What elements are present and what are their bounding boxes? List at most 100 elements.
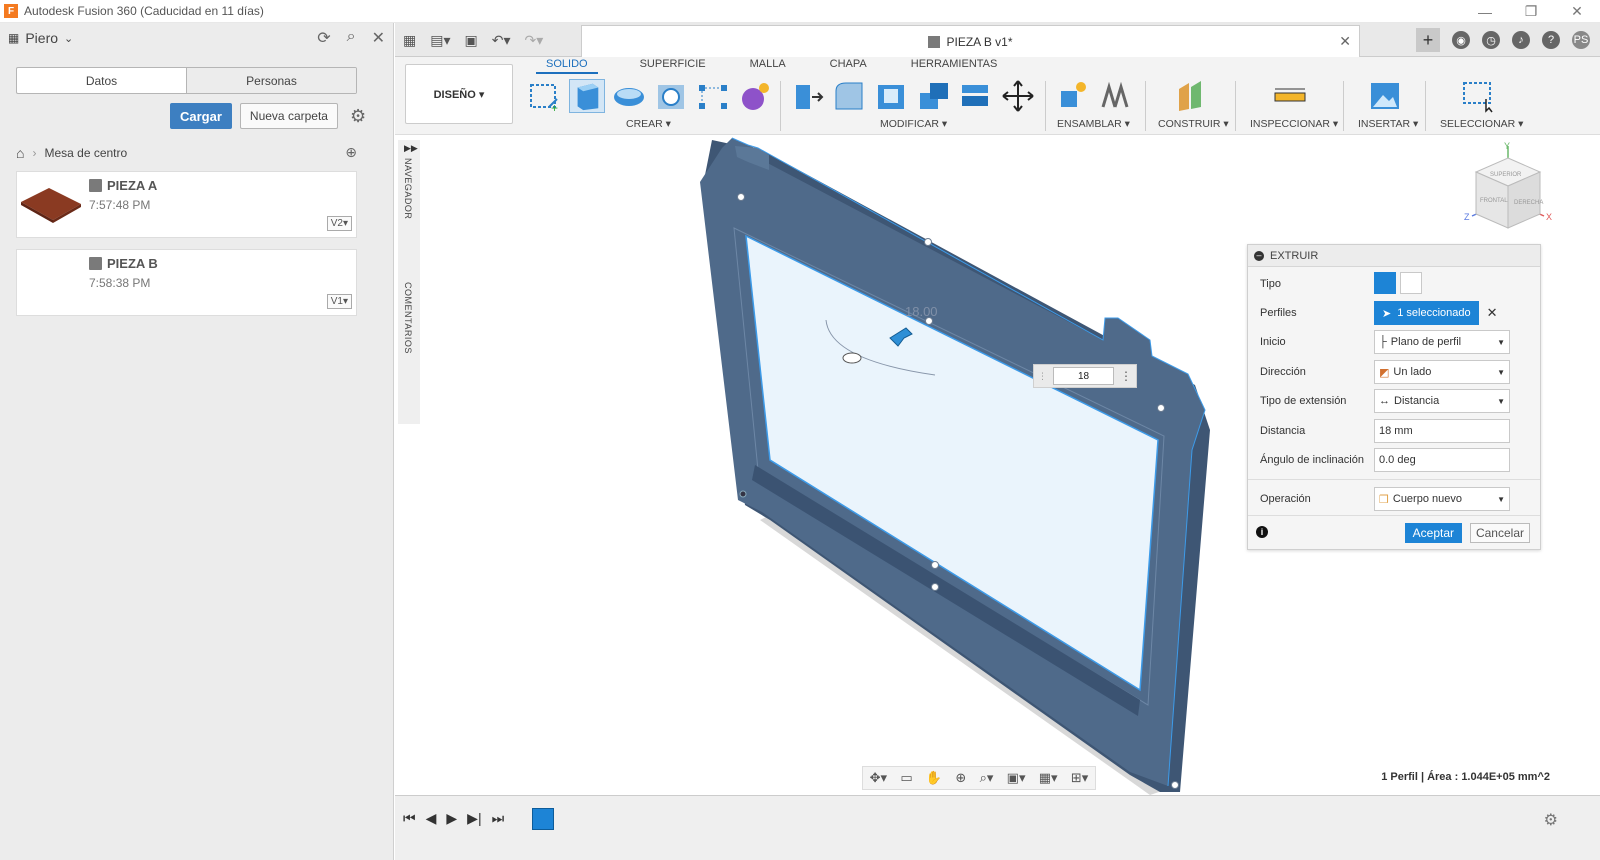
close-panel-icon[interactable]: ✕ xyxy=(372,28,385,48)
help-icon[interactable]: ? xyxy=(1542,31,1560,49)
direccion-dropdown[interactable]: ◩ Un lado ▼ xyxy=(1374,360,1510,384)
hole-icon[interactable] xyxy=(653,79,689,113)
upload-button[interactable]: Cargar xyxy=(170,103,232,129)
redo-icon[interactable]: ↷▾ xyxy=(525,32,544,49)
avatar[interactable]: PS xyxy=(1572,31,1590,49)
distance-inline-input[interactable]: ⋮ 18 ⋮ xyxy=(1033,364,1137,388)
dialog-header[interactable]: – EXTRUIR xyxy=(1248,245,1540,267)
tab-personas[interactable]: Personas xyxy=(186,68,356,93)
gear-icon[interactable]: ⚙ xyxy=(1544,810,1558,830)
timeline-feature-extrude[interactable] xyxy=(532,808,554,830)
tab-datos[interactable]: Datos xyxy=(17,68,186,93)
version-badge[interactable]: V1▾ xyxy=(326,294,352,309)
insert-image-icon[interactable] xyxy=(1367,79,1403,113)
navigator-label[interactable]: NAVEGADOR xyxy=(403,158,413,219)
restore-button[interactable]: ❐ xyxy=(1508,0,1554,23)
revolve-icon[interactable] xyxy=(611,79,647,113)
distance-inline-value[interactable]: 18 xyxy=(1053,367,1114,385)
view-cube[interactable]: SUPERIOR FRONTAL DERECHA Y X Z xyxy=(1460,140,1556,240)
fillet-icon[interactable] xyxy=(832,79,868,113)
new-tab-icon[interactable]: + xyxy=(1416,28,1440,52)
play-icon[interactable]: ▶ xyxy=(446,810,457,827)
home-icon[interactable]: ⌂ xyxy=(16,145,24,161)
user-menu[interactable]: ▦ Piero ⌄ xyxy=(8,30,73,46)
new-component-icon[interactable] xyxy=(1055,79,1091,113)
version-badge[interactable]: V2▾ xyxy=(326,216,352,231)
minimize-button[interactable]: — xyxy=(1462,0,1508,23)
cancel-button[interactable]: Cancelar xyxy=(1469,523,1530,543)
orbit-icon[interactable]: ✥▾ xyxy=(870,770,887,786)
info-icon[interactable]: i xyxy=(1256,526,1268,538)
undo-icon[interactable]: ↶▾ xyxy=(492,32,511,49)
notifications-icon[interactable]: ♪ xyxy=(1512,31,1530,49)
go-to-end-icon[interactable]: ⏭ xyxy=(492,810,505,827)
shell-icon[interactable] xyxy=(874,79,910,113)
move-icon[interactable] xyxy=(1000,79,1036,113)
zoom-icon[interactable]: ⊕ xyxy=(955,770,966,786)
pan-icon[interactable]: ✋ xyxy=(926,770,942,786)
joint-icon[interactable] xyxy=(1097,79,1133,113)
drag-handle-icon[interactable]: ⋮ xyxy=(1038,371,1047,382)
profiles-select-button[interactable]: ➤ 1 seleccionado xyxy=(1374,301,1479,325)
tab-superficie[interactable]: SUPERFICIE xyxy=(630,58,716,74)
workspace-switcher[interactable]: DISEÑO ▾ xyxy=(405,64,513,124)
taper-angle-field[interactable]: 0.0 deg xyxy=(1374,448,1510,472)
search-icon[interactable]: ⌕ xyxy=(347,28,356,48)
measure-icon[interactable] xyxy=(1272,79,1308,113)
tab-solido[interactable]: SOLIDO xyxy=(536,58,598,74)
globe-icon[interactable]: ⊕ xyxy=(345,144,357,161)
document-tab[interactable]: PIEZA B v1* ✕ xyxy=(581,25,1360,57)
comments-label[interactable]: COMENTARIOS xyxy=(403,282,413,354)
offset-plane-icon[interactable] xyxy=(1173,79,1209,113)
group-modificar[interactable]: MODIFICAR ▾ xyxy=(880,118,947,130)
file-card-pieza-a[interactable]: PIEZA A 7:57:48 PM V2▾ xyxy=(16,171,357,238)
breadcrumb-folder[interactable]: Mesa de centro xyxy=(44,146,127,160)
file-card-pieza-b[interactable]: PIEZA B 7:58:38 PM V1▾ xyxy=(16,249,357,316)
ok-button[interactable]: Aceptar xyxy=(1404,523,1462,543)
extensions-icon[interactable]: ◉ xyxy=(1452,31,1470,49)
group-seleccionar[interactable]: SELECCIONAR ▾ xyxy=(1440,118,1523,130)
thin-type-button[interactable] xyxy=(1400,272,1422,294)
combine-icon[interactable] xyxy=(916,79,952,113)
clear-selection-icon[interactable]: ✕ xyxy=(1487,305,1498,321)
group-construir[interactable]: CONSTRUIR ▾ xyxy=(1158,118,1229,130)
refresh-icon[interactable]: ⟳ xyxy=(317,28,330,48)
group-inspeccionar[interactable]: INSPECCIONAR ▾ xyxy=(1250,118,1338,130)
gear-icon[interactable]: ⚙ xyxy=(350,106,366,127)
group-ensamblar[interactable]: ENSAMBLAR ▾ xyxy=(1057,118,1130,130)
more-options-icon[interactable]: ⋮ xyxy=(1120,369,1132,383)
extent-type-dropdown[interactable]: ↔ Distancia ▼ xyxy=(1374,389,1510,413)
inicio-dropdown[interactable]: ├ Plano de perfil ▼ xyxy=(1374,330,1510,354)
group-insertar[interactable]: INSERTAR ▾ xyxy=(1358,118,1418,130)
tab-malla[interactable]: MALLA xyxy=(740,58,796,74)
new-folder-button[interactable]: Nueva carpeta xyxy=(239,103,338,129)
tab-chapa[interactable]: CHAPA xyxy=(820,58,877,74)
create-form-icon[interactable] xyxy=(737,79,773,113)
save-icon[interactable]: ▣ xyxy=(465,32,478,49)
operation-dropdown[interactable]: ❒ Cuerpo nuevo ▼ xyxy=(1374,487,1510,511)
close-window-button[interactable]: ✕ xyxy=(1554,0,1600,23)
fit-icon[interactable]: ⌕▾ xyxy=(980,770,994,786)
apps-grid-icon[interactable]: ▦ xyxy=(403,32,416,49)
solid-type-button[interactable] xyxy=(1374,272,1396,294)
job-status-icon[interactable]: ◷ xyxy=(1482,31,1500,49)
selection-icon[interactable] xyxy=(1460,79,1496,113)
go-to-start-icon[interactable]: ⏮ xyxy=(403,810,416,827)
extrude-icon[interactable] xyxy=(569,79,605,113)
press-pull-icon[interactable] xyxy=(790,79,826,113)
expand-icon[interactable]: ▶▶ xyxy=(404,143,418,154)
close-tab-icon[interactable]: ✕ xyxy=(1339,33,1351,50)
distance-field[interactable]: 18 mm xyxy=(1374,419,1510,443)
file-menu-icon[interactable]: ▤▾ xyxy=(430,32,450,49)
collapse-icon[interactable]: – xyxy=(1254,250,1264,261)
grid-icon[interactable]: ▦▾ xyxy=(1039,770,1058,786)
rectangular-pattern-icon[interactable] xyxy=(695,79,731,113)
step-forward-icon[interactable]: ▶| xyxy=(467,810,481,827)
display-settings-icon[interactable]: ▣▾ xyxy=(1007,770,1026,786)
tab-herramientas[interactable]: HERRAMIENTAS xyxy=(901,58,1008,74)
viewports-icon[interactable]: ⊞▾ xyxy=(1071,770,1088,786)
split-body-icon[interactable] xyxy=(958,79,994,113)
group-crear[interactable]: CREAR ▾ xyxy=(626,118,671,130)
step-back-icon[interactable]: ◀ xyxy=(426,810,437,827)
create-sketch-icon[interactable]: + xyxy=(527,79,563,113)
